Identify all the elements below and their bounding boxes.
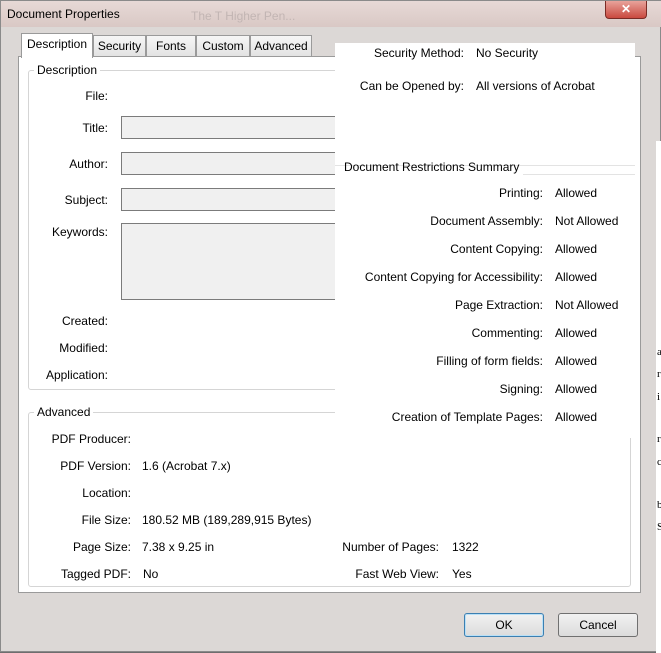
close-icon: ✕ xyxy=(620,2,632,16)
description-group-title: Description xyxy=(34,63,101,77)
background-text: a xyxy=(657,346,661,358)
dialog-title: Document Properties xyxy=(7,7,120,21)
document-assembly-label: Document Assembly: xyxy=(430,214,543,228)
signing-label: Signing: xyxy=(499,382,543,396)
page-size-value: 7.38 x 9.25 in xyxy=(142,540,215,554)
commenting-label: Commenting: xyxy=(471,326,543,340)
title-field[interactable] xyxy=(121,116,335,139)
background-text: b xyxy=(657,499,661,511)
page-extraction-value: Not Allowed xyxy=(555,298,619,312)
author-label: Author: xyxy=(69,157,108,171)
tab-fonts[interactable]: Fonts xyxy=(146,35,196,56)
can-be-opened-by-value: All versions of Acrobat xyxy=(476,79,595,93)
printing-label: Printing: xyxy=(498,186,543,200)
application-label: Application: xyxy=(45,368,108,382)
created-label: Created: xyxy=(61,314,108,328)
page-extraction-label: Page Extraction: xyxy=(454,298,543,312)
ok-button[interactable]: OK xyxy=(464,613,544,637)
tab-custom[interactable]: Custom xyxy=(196,35,250,56)
signing-value: Allowed xyxy=(555,382,598,396)
background-document-edge: a r i r c b S xyxy=(656,141,661,653)
page-size-label: Page Size: xyxy=(72,540,131,554)
tagged-pdf-value: No xyxy=(143,567,159,581)
template-pages-value: Allowed xyxy=(555,410,598,424)
keywords-field[interactable] xyxy=(121,223,335,300)
keywords-label: Keywords: xyxy=(51,225,108,239)
title-bar[interactable]: Document Properties The T Higher Pen... … xyxy=(1,1,661,27)
filling-form-fields-label: Filling of form fields: xyxy=(436,354,543,368)
pdf-version-label: PDF Version: xyxy=(60,459,131,473)
content-copying-accessibility-label: Content Copying for Accessibility: xyxy=(364,270,543,284)
background-text: r xyxy=(657,433,661,445)
restrictions-title: Document Restrictions Summary xyxy=(344,160,520,174)
security-summary-panel: Security Method: No Security Can be Open… xyxy=(335,43,635,438)
document-properties-dialog: Document Properties The T Higher Pen... … xyxy=(0,0,661,653)
background-window-title: The T Higher Pen... xyxy=(191,9,296,23)
divider xyxy=(523,174,635,175)
template-pages-label: Creation of Template Pages: xyxy=(391,410,543,424)
security-method-value: No Security xyxy=(476,46,539,60)
location-label: Location: xyxy=(82,486,131,500)
security-method-label: Security Method: xyxy=(373,46,464,60)
content-copying-value: Allowed xyxy=(555,242,598,256)
content-copying-accessibility-value: Allowed xyxy=(555,270,598,284)
can-be-opened-by-label: Can be Opened by: xyxy=(359,79,464,93)
advanced-group-title: Advanced xyxy=(34,405,94,419)
background-text: r xyxy=(657,368,661,380)
background-text: c xyxy=(657,456,661,468)
tab-description[interactable]: Description xyxy=(21,33,93,58)
number-of-pages-label: Number of Pages: xyxy=(342,540,439,554)
tab-security[interactable]: Security xyxy=(93,35,146,56)
filling-form-fields-value: Allowed xyxy=(555,354,598,368)
content-copying-label: Content Copying: xyxy=(450,242,543,256)
close-button[interactable]: ✕ xyxy=(605,1,647,19)
document-assembly-value: Not Allowed xyxy=(555,214,619,228)
printing-value: Allowed xyxy=(555,186,598,200)
modified-label: Modified: xyxy=(59,341,108,355)
pdf-version-value: 1.6 (Acrobat 7.x) xyxy=(142,459,231,473)
fast-web-view-label: Fast Web View: xyxy=(355,567,439,581)
file-size-label: File Size: xyxy=(81,513,131,527)
title-label: Title: xyxy=(82,121,108,135)
file-label: File: xyxy=(85,89,108,103)
background-text: S xyxy=(657,521,661,533)
tab-advanced[interactable]: Advanced xyxy=(250,35,312,56)
cancel-button[interactable]: Cancel xyxy=(558,613,638,637)
background-text: i xyxy=(657,391,661,403)
fast-web-view-value: Yes xyxy=(452,567,472,581)
subject-label: Subject: xyxy=(64,193,108,207)
subject-field[interactable] xyxy=(121,188,335,211)
pdf-producer-label: PDF Producer: xyxy=(51,432,131,446)
file-size-value: 180.52 MB (189,289,915 Bytes) xyxy=(142,513,312,527)
tagged-pdf-label: Tagged PDF: xyxy=(60,567,131,581)
commenting-value: Allowed xyxy=(555,326,598,340)
author-field[interactable] xyxy=(121,152,335,175)
number-of-pages-value: 1322 xyxy=(452,540,479,554)
